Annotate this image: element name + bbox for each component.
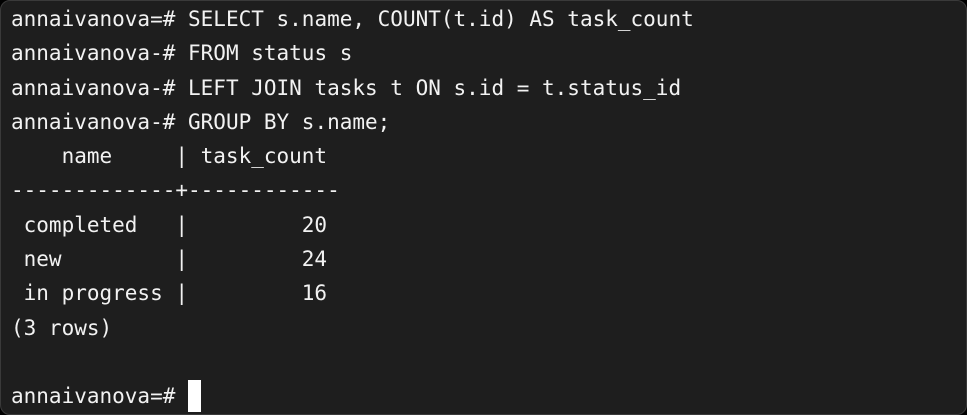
command-line: annaivanova-# FROM status s [11,36,956,70]
terminal-output: annaivanova=# SELECT s.name, COUNT(t.id)… [11,1,956,414]
current-prompt: annaivanova=# [11,384,189,409]
prompt: annaivanova-# [11,41,189,66]
result-row: in progress | 16 [11,281,328,306]
command-text: SELECT s.name, COUNT(t.id) AS task_count [188,7,694,31]
command-text: FROM status s [188,41,353,66]
result-separator: -------------+------------ [11,178,340,203]
command-text: LEFT JOIN tasks t ON s.id = t.status_id [188,75,682,100]
prompt: annaivanova-# [11,75,189,100]
command-line: annaivanova-# GROUP BY s.name; [11,105,956,139]
result-row: new | 24 [11,247,328,272]
command-text: GROUP BY s.name; [188,109,391,134]
result-footer: (3 rows) [11,315,113,340]
command-line: annaivanova-# LEFT JOIN tasks t ON s.id … [11,71,956,105]
prompt: annaivanova-# [11,109,189,134]
prompt: annaivanova=# [11,7,189,31]
text-cursor[interactable] [188,380,202,413]
result-row: completed | 20 [11,212,328,237]
input-line[interactable]: annaivanova=# [11,379,956,413]
command-line: annaivanova=# SELECT s.name, COUNT(t.id)… [11,2,956,36]
terminal-window[interactable]: annaivanova=# SELECT s.name, COUNT(t.id)… [0,0,967,415]
result-header: name | task_count [11,144,328,169]
